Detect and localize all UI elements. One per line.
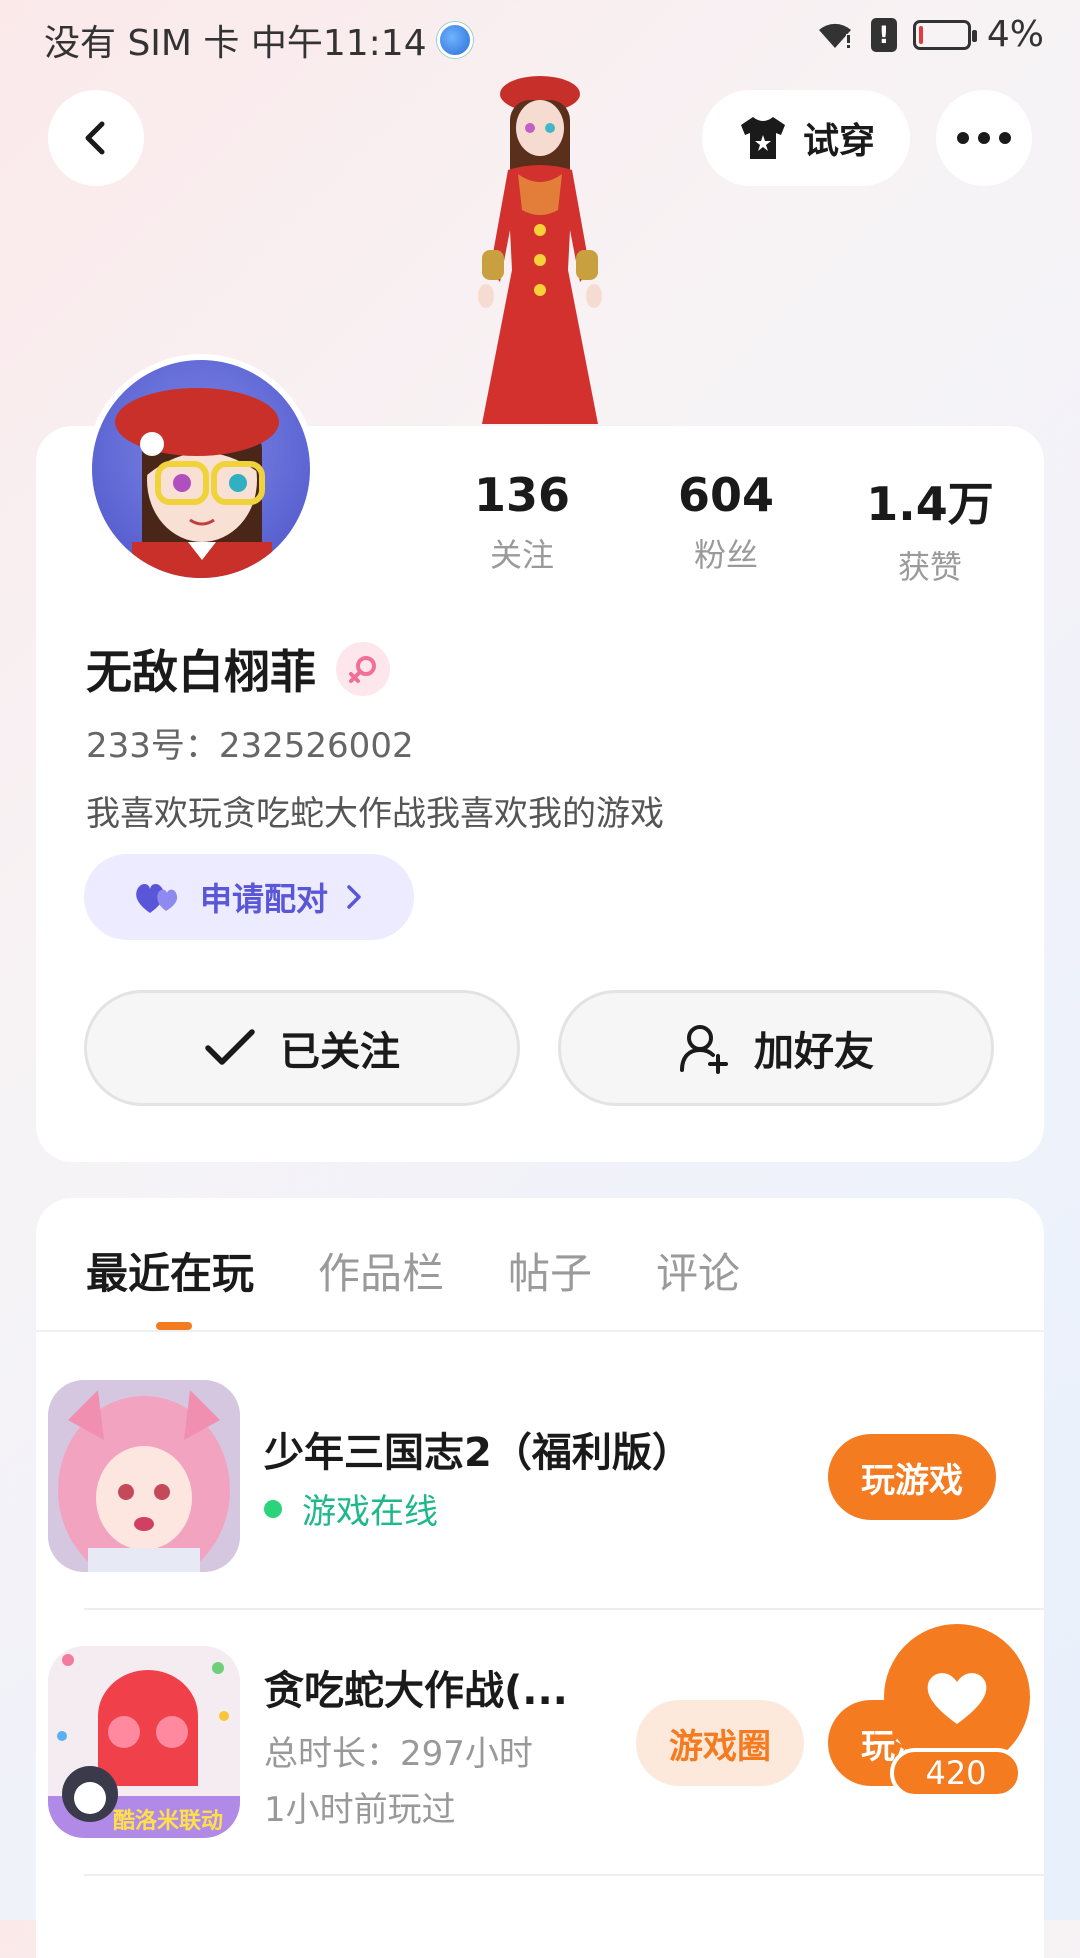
request-pair-label: 申请配对: [199, 880, 328, 918]
following-button-label: 已关注: [280, 1029, 400, 1075]
try-on-label: 试穿: [802, 121, 875, 162]
row-divider: [84, 1608, 1044, 1610]
game-duration: 总时长：297小时: [264, 1734, 533, 1774]
wifi-icon: [815, 18, 855, 52]
game-circle-button[interactable]: 游戏圈: [636, 1700, 804, 1786]
play-game-button[interactable]: 玩游戏: [828, 1434, 996, 1520]
following-label: 关注: [489, 536, 554, 574]
game-title: 少年三国志2（福利版）: [264, 1430, 692, 1476]
icon-badge-text: 酷洛米联动: [113, 1808, 223, 1834]
user-id: 233号：232526002: [86, 726, 414, 766]
heart-icon: [927, 1673, 987, 1724]
followers-count: 604: [677, 468, 775, 522]
game-title: 贪吃蛇大作战(...: [264, 1668, 568, 1714]
tab-posts[interactable]: 帖子: [508, 1240, 592, 1301]
user-bio: 我喜欢玩贪吃蛇大作战我喜欢我的游戏: [86, 794, 664, 834]
add-user-icon: [680, 1025, 728, 1074]
status-right: ! 4%: [815, 14, 1044, 55]
stat-following[interactable]: 136 关注: [442, 468, 602, 576]
avatar[interactable]: [86, 354, 316, 584]
following-count: 136: [473, 468, 571, 522]
location-indicator-icon: [436, 22, 473, 58]
tshirt-icon: [740, 117, 785, 159]
tab-bar: 最近在玩 作品栏 帖子 评论: [86, 1240, 740, 1301]
tab-works[interactable]: 作品栏: [318, 1240, 444, 1301]
game-icon-snake[interactable]: 酷洛米联动: [48, 1646, 240, 1838]
game-online-label: 游戏在线: [302, 1492, 438, 1532]
avatar-portrait: [115, 388, 279, 578]
status-left: 没有 SIM 卡 中午11:14: [44, 14, 473, 66]
more-dots-icon: [957, 132, 1011, 144]
stat-followers[interactable]: 604 粉丝: [646, 468, 806, 576]
more-button[interactable]: [936, 90, 1032, 186]
following-button[interactable]: 已关注: [84, 990, 520, 1106]
add-friend-label: 加好友: [754, 1029, 874, 1075]
chevron-left-icon: [85, 121, 105, 155]
stat-likes[interactable]: 1.4万 获赞: [850, 468, 1010, 588]
alert-icon: !: [870, 17, 897, 52]
tab-comments[interactable]: 评论: [656, 1240, 740, 1301]
hearts-icon: [136, 883, 178, 913]
tab-active-indicator: [156, 1322, 192, 1330]
battery-fill: [918, 25, 923, 44]
status-bar: 没有 SIM 卡 中午11:14 ! 4%: [0, 0, 1080, 78]
request-pair-button[interactable]: 申请配对: [84, 854, 414, 940]
game-icon-art: 酷洛米联动: [48, 1646, 240, 1838]
likes-count: 1.4万: [866, 477, 994, 531]
back-button[interactable]: [48, 90, 144, 186]
battery-icon: [912, 19, 977, 50]
add-friend-button[interactable]: 加好友: [558, 990, 994, 1106]
battery-percent: 4%: [986, 14, 1044, 55]
like-count: 420: [890, 1748, 1022, 1798]
status-carrier-time: 没有 SIM 卡 中午11:14: [44, 23, 427, 64]
check-icon: [205, 1029, 255, 1065]
likes-label: 获赞: [897, 548, 962, 586]
female-icon: [336, 642, 390, 696]
tabs-divider: [36, 1330, 1044, 1332]
game-online-status: 游戏在线: [264, 1484, 438, 1533]
followers-label: 粉丝: [693, 536, 758, 574]
online-dot-icon: [264, 1499, 282, 1518]
row-divider: [84, 1874, 1044, 1876]
tab-recently-played[interactable]: 最近在玩: [86, 1240, 254, 1301]
game-last-played: 1小时前玩过: [264, 1790, 456, 1830]
content-card: 最近在玩 作品栏 帖子 评论: [36, 1198, 1044, 1958]
avatar-3d-figure[interactable]: [430, 70, 650, 430]
chevron-right-icon: [347, 885, 361, 909]
username: 无敌白栩菲: [86, 645, 316, 699]
game-icon-sanguozhi[interactable]: [48, 1380, 240, 1572]
game-icon-art: [48, 1380, 240, 1572]
try-on-button[interactable]: 试穿: [702, 90, 910, 186]
username-row: 无敌白栩菲: [86, 636, 390, 702]
